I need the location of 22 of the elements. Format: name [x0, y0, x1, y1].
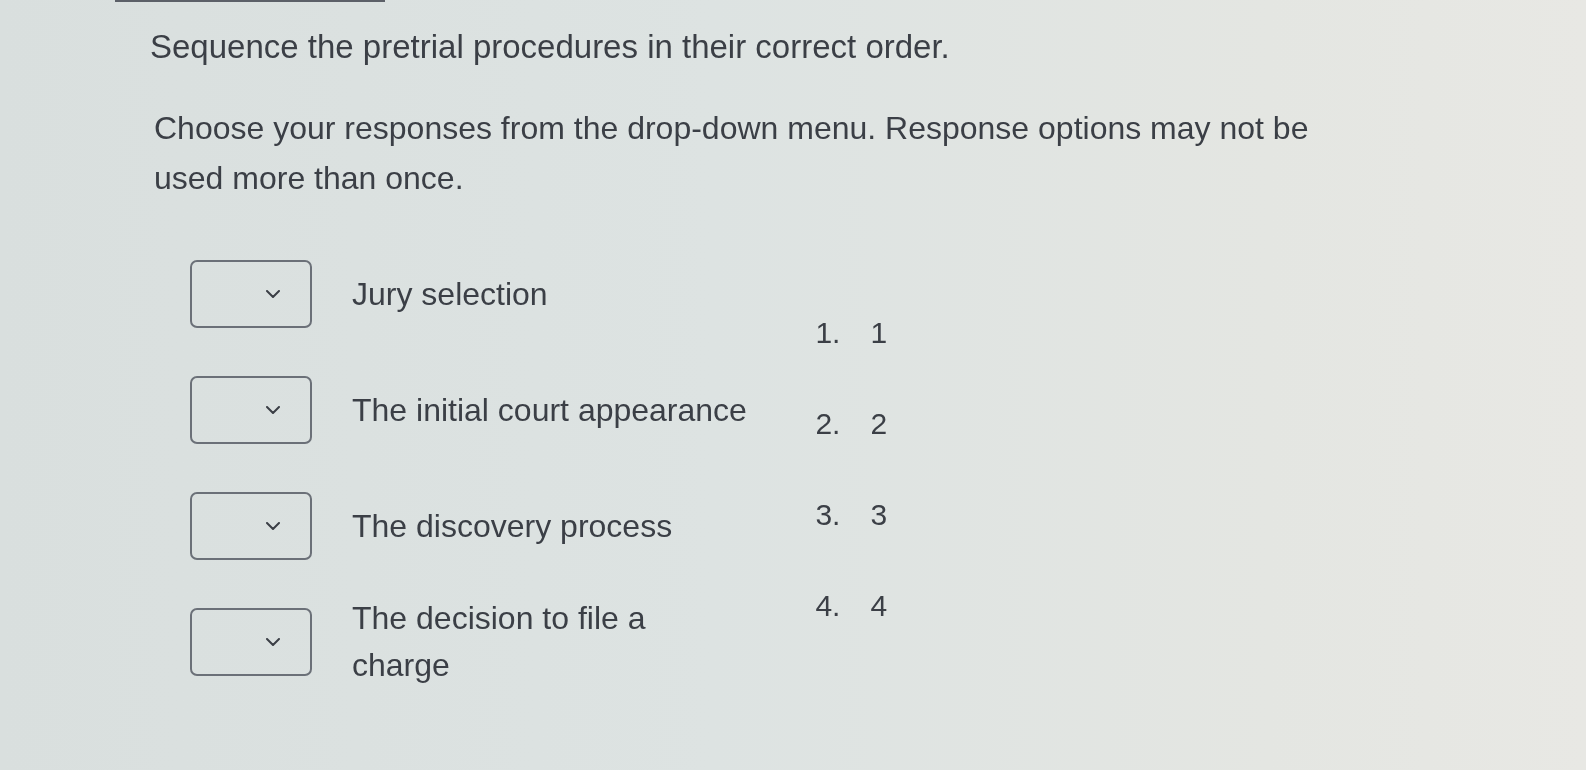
procedure-label: Jury selection — [352, 274, 549, 314]
question-title: Sequence the pretrial procedures in their correct order. — [150, 27, 950, 67]
chevron-down-icon — [266, 522, 280, 530]
chevron-down-icon — [266, 290, 280, 298]
option-text: 4 — [870, 589, 888, 623]
option-text: 2 — [870, 407, 888, 441]
dropdown-select[interactable] — [190, 260, 312, 328]
chevron-down-icon — [266, 638, 280, 646]
chevron-down-icon — [266, 406, 280, 414]
procedure-label: The initial court appearance — [352, 390, 748, 430]
option-number: 3. — [815, 498, 842, 532]
option-number: 1. — [815, 316, 842, 350]
option-text: 1 — [870, 316, 888, 350]
option-text: 3 — [870, 498, 888, 532]
procedure-label: The decision to file a charge — [352, 599, 647, 685]
dropdown-select[interactable] — [190, 492, 312, 560]
dropdown-select[interactable] — [190, 608, 312, 676]
option-number: 4. — [815, 589, 842, 623]
dropdown-select[interactable] — [190, 376, 312, 444]
procedure-label: The discovery process — [352, 506, 674, 546]
option-number: 2. — [815, 407, 842, 441]
instructions-text: Choose your responses from the drop-down menu. Response options may not be used more than once. — [154, 109, 1310, 198]
